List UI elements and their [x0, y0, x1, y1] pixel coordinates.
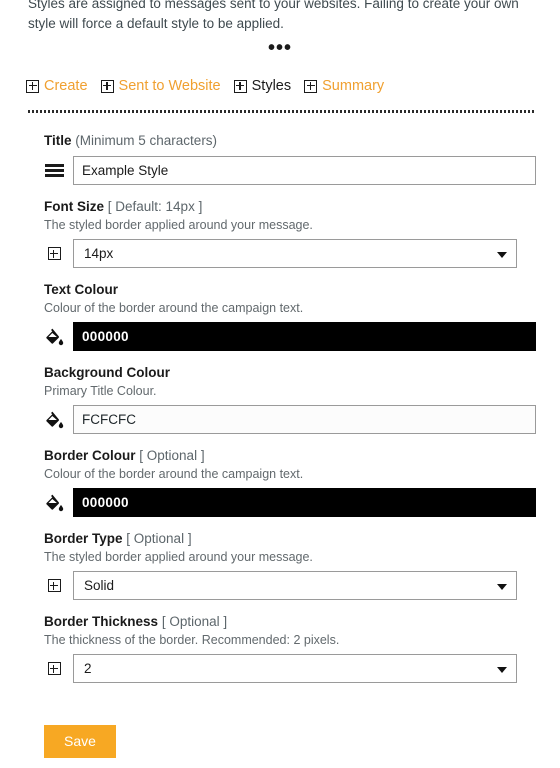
field-border-type-label-suffix: [ Optional ]: [126, 531, 192, 546]
paint-bucket-icon: [44, 327, 64, 347]
plus-box-icon: [44, 576, 64, 596]
field-text-colour-label: Text Colour: [44, 281, 536, 299]
field-border-colour-label-suffix: [ Optional ]: [139, 448, 205, 463]
field-font-size-description: The styled border applied around your me…: [44, 218, 313, 232]
font-size-select[interactable]: 14px: [73, 239, 517, 268]
field-title-label: Title (Minimum 5 characters): [44, 132, 536, 150]
tab-summary-label: Summary: [322, 78, 385, 94]
style-form: Title (Minimum 5 characters) Font Size […: [0, 132, 560, 683]
border-thickness-select[interactable]: 2: [73, 654, 517, 683]
tab-sent-to-website[interactable]: Sent to Website: [100, 78, 221, 94]
field-border-colour-row: [44, 488, 536, 517]
tab-summary[interactable]: Summary: [304, 78, 384, 94]
field-title-label-text: Title: [44, 133, 72, 148]
field-border-type-label-text: Border Type: [44, 531, 123, 546]
save-button-wrapper: Save: [44, 725, 116, 758]
plus-box-icon: [100, 79, 114, 93]
background-colour-input[interactable]: [73, 405, 536, 434]
plus-box-icon: [26, 79, 39, 93]
dotted-divider: [28, 110, 536, 113]
style-editor-page: Styles are assigned to messages sent to …: [0, 0, 560, 768]
ellipsis-divider: •••: [267, 37, 292, 59]
plus-box-icon: [44, 244, 64, 264]
tab-styles-label: Styles: [251, 78, 292, 94]
field-font-size-row: 14px: [44, 239, 536, 268]
field-border-type: Border Type [ Optional ] The styled bord…: [0, 530, 560, 600]
intro-text: Styles are assigned to messages sent to …: [28, 0, 519, 31]
field-border-thickness-label-text: Border Thickness: [44, 614, 159, 629]
field-title-row: [44, 156, 536, 185]
field-border-colour-description: Colour of the border around the campaign…: [44, 467, 304, 481]
field-border-thickness-label-suffix: [ Optional ]: [161, 614, 228, 629]
field-text-colour-row: [44, 322, 536, 351]
field-border-type-row: Solid: [44, 571, 536, 600]
field-font-size-label-suffix: [ Default: 14px ]: [107, 199, 203, 214]
field-background-colour: Background Colour Primary Title Colour.: [0, 364, 560, 434]
field-font-size-label-text: Font Size: [44, 199, 104, 214]
text-colour-input[interactable]: [73, 322, 536, 351]
tab-styles[interactable]: Styles: [233, 78, 292, 94]
field-border-type-description: The styled border applied around your me…: [44, 550, 313, 564]
tab-navigation: Create Sent to Website Styles Summary: [26, 78, 384, 94]
field-border-colour-label-text: Border Colour: [44, 448, 136, 463]
field-background-colour-label: Background Colour: [44, 364, 536, 382]
paint-bucket-icon: [44, 493, 64, 513]
field-title: Title (Minimum 5 characters): [0, 132, 560, 185]
border-type-select[interactable]: Solid: [73, 571, 517, 600]
border-type-select-wrapper: Solid: [73, 571, 517, 600]
field-background-colour-description: Primary Title Colour.: [44, 384, 157, 398]
tab-create[interactable]: Create: [26, 78, 88, 94]
field-border-thickness-description: The thickness of the border. Recommended…: [44, 633, 340, 647]
field-font-size-label: Font Size [ Default: 14px ]: [44, 198, 536, 216]
field-background-colour-label-text: Background Colour: [44, 365, 171, 380]
hamburger-icon: [44, 161, 64, 181]
field-background-colour-row: [44, 405, 536, 434]
plus-box-icon: [44, 659, 64, 679]
plus-box-icon: [304, 79, 318, 93]
save-button[interactable]: Save: [44, 725, 116, 758]
font-size-select-wrapper: 14px: [73, 239, 517, 268]
field-border-type-label: Border Type [ Optional ]: [44, 530, 536, 548]
field-border-colour: Border Colour [ Optional ] Colour of the…: [0, 447, 560, 517]
field-border-thickness-label: Border Thickness [ Optional ]: [44, 613, 536, 631]
field-text-colour-label-text: Text Colour: [44, 282, 118, 297]
field-border-thickness: Border Thickness [ Optional ] The thickn…: [0, 613, 560, 683]
tab-sent-to-website-label: Sent to Website: [118, 78, 221, 94]
tab-create-label: Create: [44, 78, 88, 94]
field-text-colour-description: Colour of the border around the campaign…: [44, 301, 304, 315]
title-input[interactable]: [73, 156, 536, 185]
field-title-label-suffix: (Minimum 5 characters): [75, 133, 218, 148]
field-border-colour-label: Border Colour [ Optional ]: [44, 447, 536, 465]
field-font-size: Font Size [ Default: 14px ] The styled b…: [0, 198, 560, 268]
plus-box-icon: [233, 79, 247, 93]
border-thickness-select-wrapper: 2: [73, 654, 517, 683]
field-text-colour: Text Colour Colour of the border around …: [0, 281, 560, 351]
border-colour-input[interactable]: [73, 488, 536, 517]
paint-bucket-icon: [44, 410, 64, 430]
field-border-thickness-row: 2: [44, 654, 536, 683]
